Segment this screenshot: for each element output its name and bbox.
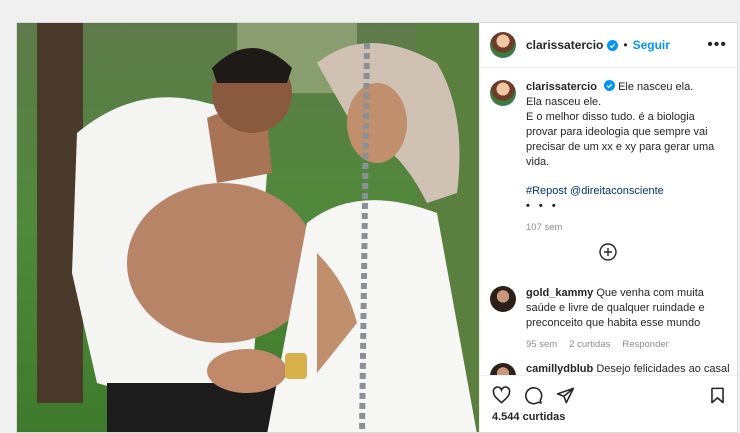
verified-badge-icon (607, 39, 619, 51)
comment-likes[interactable]: 2 curtidas (569, 337, 610, 352)
caption-avatar[interactable] (490, 80, 516, 106)
caption-line-2: Ela nasceu ele. (526, 96, 602, 108)
post-actions: 4.544 curtidas (480, 375, 737, 432)
header-separator: • (623, 38, 628, 52)
caption-text: clarissatercio Ele nasceu ela. Ela nasce… (526, 80, 727, 235)
comment-item: gold_kammy Que venha com muita saúde e l… (490, 286, 730, 352)
post-caption: clarissatercio Ele nasceu ela. Ela nasce… (480, 68, 737, 235)
instagram-post: clarissatercio • Seguir ••• clarissaterc… (16, 22, 738, 433)
caption-username[interactable]: clarissatercio (526, 81, 597, 93)
reply-button[interactable]: Responder (622, 337, 668, 352)
heart-icon[interactable] (492, 386, 511, 405)
post-side-panel: clarissatercio • Seguir ••• clarissaterc… (479, 23, 737, 432)
author-username[interactable]: clarissatercio (526, 38, 603, 52)
likes-count[interactable]: 4.544 curtidas (480, 405, 737, 423)
caption-repost-hashtag[interactable]: #Repost @direitaconsciente (526, 184, 727, 199)
verified-badge-icon (604, 80, 615, 91)
post-header: clarissatercio • Seguir ••• (480, 23, 737, 68)
commenter-avatar[interactable] (490, 286, 516, 312)
commenter-username[interactable]: gold_kammy (526, 287, 593, 299)
caption-line-1: Ele nasceu ela. (618, 81, 694, 93)
commenter-username[interactable]: camillydblub (526, 363, 593, 375)
author-avatar[interactable] (490, 32, 516, 58)
comment-icon[interactable] (524, 386, 543, 405)
load-more-comments-icon[interactable] (599, 243, 617, 261)
post-photo[interactable] (17, 23, 479, 432)
caption-ellipsis: • • • (526, 200, 559, 212)
comment-timestamp: 95 sem (526, 339, 558, 350)
post-image (17, 23, 479, 432)
more-options-icon[interactable]: ••• (707, 36, 727, 54)
share-icon[interactable] (556, 386, 575, 405)
follow-button[interactable]: Seguir (633, 38, 670, 52)
comment-text: Desejo felicidades ao casal (596, 363, 730, 375)
caption-line-3: E o melhor disso tudo. é a biologia prov… (526, 111, 715, 168)
bookmark-icon[interactable] (708, 386, 727, 405)
caption-timestamp: 107 sem (526, 222, 563, 233)
